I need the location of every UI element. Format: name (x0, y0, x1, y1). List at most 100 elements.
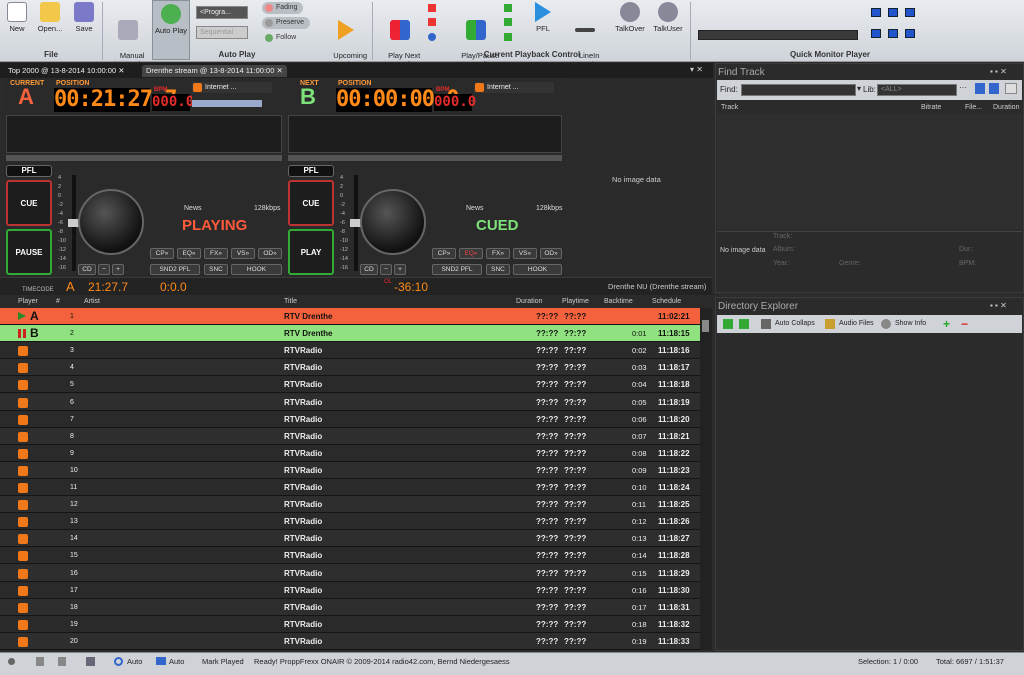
table-row[interactable]: A 1 RTV Drenthe??:????:?? 11:02:21 (0, 308, 700, 325)
col-number[interactable]: # (56, 298, 60, 305)
find-input[interactable] (741, 84, 856, 96)
deck-a-minus-button[interactable]: − (98, 264, 110, 275)
refresh-icon[interactable] (723, 319, 733, 329)
deck-a-fx-button[interactable]: FX» (204, 248, 228, 259)
col-duration[interactable]: Duration (993, 104, 1019, 111)
follow-toggle[interactable]: Follow (262, 32, 302, 44)
table-row[interactable]: 6 RTVRadio??:????:?? 0:05 11:18:19 (0, 393, 700, 411)
search-options-icon[interactable] (975, 83, 985, 94)
upcoming-overlays-button[interactable]: Upcoming Overlays (324, 2, 368, 69)
table-row[interactable]: 14 RTVRadio??:????:?? 0:13 11:18:27 (0, 530, 700, 548)
deck-b-hook-button[interactable]: HOOK (513, 264, 562, 275)
table-row[interactable]: 9 RTVRadio??:????:?? 0:08 11:18:22 (0, 444, 700, 462)
person-icon[interactable] (58, 657, 66, 666)
tab-menu-icon[interactable]: ▾ ✕ (690, 65, 703, 74)
folder-icon[interactable] (1005, 83, 1017, 94)
deck-a-source-select[interactable]: Internet ... (192, 82, 272, 93)
new-button[interactable]: New (4, 2, 30, 48)
close-icon[interactable]: ✕ (118, 66, 124, 75)
fading-toggle[interactable]: Fading (262, 2, 304, 14)
sequential-select[interactable]: Sequential (196, 26, 248, 39)
program-select[interactable]: <Progra... (196, 6, 248, 19)
monitor-pause-button[interactable] (905, 8, 915, 17)
save-button[interactable]: Save (70, 2, 98, 48)
play-next-button[interactable]: Play Next Use Fading (378, 2, 422, 69)
deck-b-minus-button[interactable]: − (380, 264, 392, 275)
deck-a-cue-button[interactable]: CUE (6, 180, 52, 226)
deck-a-hook-button[interactable]: HOOK (231, 264, 282, 275)
mark-played-button[interactable]: Mark Played (202, 653, 244, 670)
col-file[interactable]: File... (965, 104, 982, 111)
tab-top2000[interactable]: Top 2000 @ 13-8-2014 10:00:00 ✕ (4, 65, 129, 77)
table-row[interactable]: 5 RTVRadio??:????:?? 0:04 11:18:18 (0, 376, 700, 394)
monitor-rewind-button[interactable] (888, 29, 898, 38)
lightbulb-icon[interactable] (36, 657, 44, 666)
deck-b-fx-button[interactable]: FX» (486, 248, 510, 259)
monitor-progress-bar[interactable] (698, 30, 858, 40)
small-green-icon[interactable] (504, 18, 512, 26)
deck-b-pfl-button[interactable]: PFL (288, 165, 334, 177)
linein-feed-button[interactable]: LineIn Feed (568, 2, 602, 69)
col-title[interactable]: Title (284, 298, 297, 305)
table-row[interactable]: 3 RTVRadio??:????:?? 0:02 11:18:16 (0, 342, 700, 360)
deck-b-play-button[interactable]: PLAY (288, 229, 334, 275)
panel-window-icon[interactable]: ▪ ▪ ✕ (990, 67, 1007, 76)
clear-search-icon[interactable] (989, 83, 999, 94)
table-row[interactable]: 4 RTVRadio??:????:?? 0:03 11:18:17 (0, 359, 700, 377)
remove-icon[interactable]: − (961, 317, 968, 331)
table-row[interactable]: 8 RTVRadio??:????:?? 0:07 11:18:21 (0, 427, 700, 445)
list-icon[interactable] (86, 657, 95, 666)
close-icon[interactable]: ✕ (276, 66, 282, 75)
deck-a-waveform[interactable] (6, 115, 282, 153)
table-row[interactable]: 7 RTVRadio??:????:?? 0:06 11:18:20 (0, 410, 700, 428)
col-bitrate[interactable]: Bitrate (921, 104, 941, 111)
playlist-scroll-thumb[interactable] (702, 320, 709, 332)
col-track[interactable]: Track (721, 104, 738, 111)
monitor-stop-button[interactable] (871, 29, 881, 38)
lib-select[interactable]: <ALL> (877, 84, 957, 96)
deck-a-eq-button[interactable]: EQ» (177, 248, 201, 259)
deck-a-cd-button[interactable]: CD (78, 264, 96, 275)
add-icon[interactable]: + (943, 317, 950, 331)
deck-b-plus-button[interactable]: + (394, 264, 406, 275)
deck-a-plus-button[interactable]: + (112, 264, 124, 275)
deck-b-volume-knob[interactable] (360, 189, 426, 255)
auto-toggle-1[interactable]: Auto (127, 653, 142, 670)
find-dropdown-icon[interactable]: ▾ (857, 84, 861, 93)
deck-a-cp-button[interactable]: CP» (150, 248, 174, 259)
manual-live-assist-button[interactable]: Manual Live-Assist (106, 2, 150, 69)
find-results-list[interactable] (717, 114, 1022, 229)
table-row[interactable]: 18 RTVRadio??:????:?? 0:17 11:18:31 (0, 598, 700, 616)
deck-a-pause-button[interactable]: PAUSE (6, 229, 52, 275)
playlist-scrollbar[interactable] (700, 308, 712, 650)
monitor-forward-button[interactable] (905, 29, 915, 38)
deck-b-cue-button[interactable]: CUE (288, 180, 334, 226)
deck-a-od-button[interactable]: OD» (258, 248, 282, 259)
col-artist[interactable]: Artist (84, 298, 100, 305)
table-row[interactable]: 11 RTVRadio??:????:?? 0:10 11:18:24 (0, 479, 700, 496)
deck-a-vs-button[interactable]: VS» (231, 248, 255, 259)
table-row[interactable]: 13 RTVRadio??:????:?? 0:12 11:18:26 (0, 513, 700, 531)
table-row[interactable]: 15 RTVRadio??:????:?? 0:14 11:18:28 (0, 547, 700, 565)
table-row[interactable]: 12 RTVRadio??:????:?? 0:11 11:18:25 (0, 496, 700, 514)
sync-icon[interactable] (739, 319, 749, 329)
audio-files-button[interactable]: Audio Files (839, 320, 874, 327)
monitor-play-button[interactable] (888, 8, 898, 17)
col-schedule[interactable]: Schedule (652, 298, 681, 305)
deck-b-source-select[interactable]: Internet ... (474, 82, 554, 93)
preserve-toggle[interactable]: Preserve (262, 17, 311, 29)
table-row[interactable]: 10 RTVRadio??:????:?? 0:09 11:18:23 (0, 461, 700, 479)
deck-a-pfl-button[interactable]: PFL (6, 165, 52, 177)
deck-b-snd2pfl-button[interactable]: SND2 PFL (432, 264, 482, 275)
col-playtime[interactable]: Playtime (562, 298, 589, 305)
monitor-prev-button[interactable] (871, 8, 881, 17)
deck-b-cp-button[interactable]: CP» (432, 248, 456, 259)
deck-b-scrollbar[interactable] (288, 155, 562, 161)
open-button[interactable]: Open... (33, 2, 67, 48)
pfl-button[interactable]: PFL (528, 2, 558, 48)
deck-b-waveform[interactable] (288, 115, 562, 153)
table-row[interactable]: 16 RTVRadio??:????:?? 0:15 11:18:29 (0, 564, 700, 582)
deck-b-od-button[interactable]: OD» (540, 248, 562, 259)
small-play-red-icon[interactable] (428, 4, 436, 12)
table-row[interactable]: 20 RTVRadio??:????:?? 0:19 11:18:33 (0, 632, 700, 650)
